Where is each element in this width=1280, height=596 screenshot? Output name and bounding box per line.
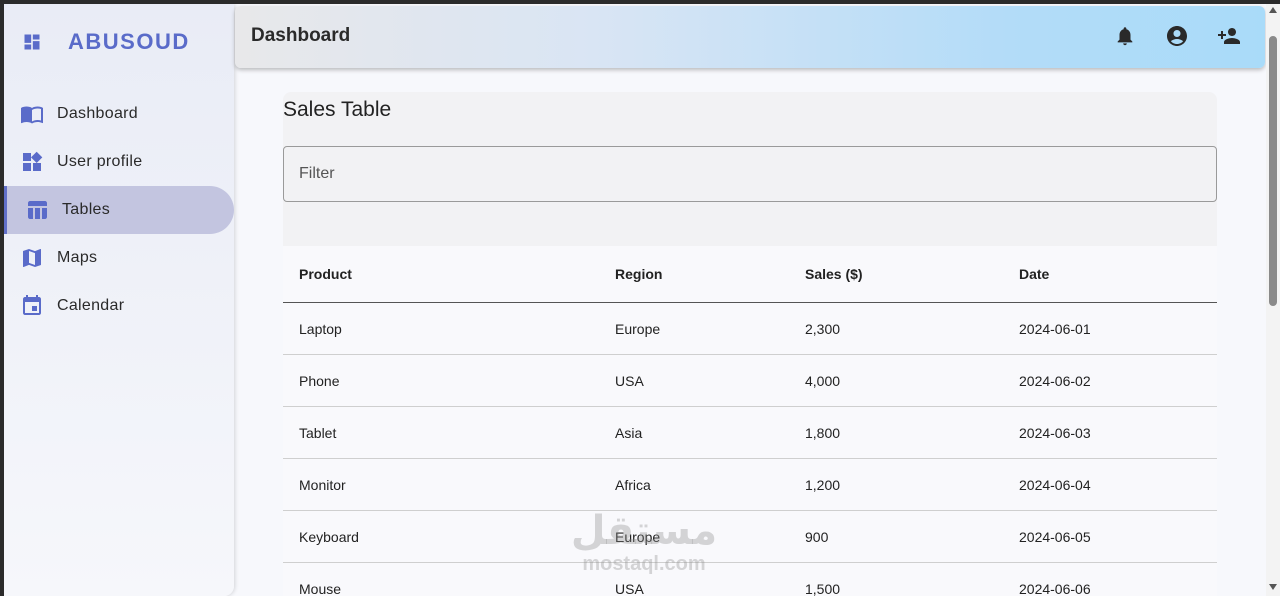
cell-sales: 1,800 [805, 424, 841, 441]
sidebar-item-maps[interactable]: Maps [4, 234, 234, 282]
sidebar-item-label: Tables [62, 201, 111, 218]
column-header-date[interactable]: Date [1019, 246, 1049, 302]
sidebar-nav: Dashboard User profile Tables Maps Calen… [4, 90, 234, 330]
table-row[interactable]: Phone USA 4,000 2024-06-02 [283, 355, 1217, 407]
cell-product: Monitor [299, 476, 346, 493]
filter-field[interactable] [283, 146, 1217, 202]
cell-date: 2024-06-05 [1019, 528, 1091, 545]
table-row[interactable]: Mouse USA 1,500 2024-06-06 [283, 563, 1217, 596]
table-header-row: Product Region Sales ($) Date [283, 246, 1217, 303]
table-row[interactable]: Keyboard Europe 900 2024-06-05 [283, 511, 1217, 563]
cell-product: Tablet [299, 424, 337, 441]
add-user-button[interactable] [1216, 23, 1242, 49]
cell-region: Europe [615, 528, 661, 545]
calendar-icon [20, 294, 44, 318]
table-row[interactable]: Tablet Asia 1,800 2024-06-03 [283, 407, 1217, 459]
cell-date: 2024-06-01 [1019, 320, 1091, 337]
card-title: Sales Table [283, 98, 392, 121]
cell-region: USA [615, 372, 644, 389]
cell-sales: 1,500 [805, 580, 841, 596]
cell-product: Keyboard [299, 528, 359, 545]
cell-region: Asia [615, 424, 643, 441]
scrollbar-thumb[interactable] [1269, 36, 1277, 306]
sidebar-item-dashboard[interactable]: Dashboard [4, 90, 234, 138]
sales-table-card: Sales Table Product Region Sales ($) Dat… [283, 92, 1217, 596]
cell-date: 2024-06-02 [1019, 372, 1091, 389]
sidebar: ABUSOUD Dashboard User profile Tables Ma… [4, 4, 234, 596]
notifications-button[interactable] [1112, 23, 1138, 49]
sidebar-item-calendar[interactable]: Calendar [4, 282, 234, 330]
sales-table: Product Region Sales ($) Date Laptop Eur… [283, 246, 1217, 596]
sidebar-item-label: Maps [57, 249, 98, 266]
sidebar-item-label: Calendar [57, 297, 125, 314]
column-header-region[interactable]: Region [615, 246, 662, 302]
cell-date: 2024-06-03 [1019, 424, 1091, 441]
page-title: Dashboard [251, 25, 351, 46]
cell-sales: 4,000 [805, 372, 841, 389]
brand-name: ABUSOUD [68, 29, 190, 54]
cell-sales: 900 [805, 528, 829, 545]
scroll-up-arrow-icon[interactable] [1269, 7, 1277, 13]
table-icon [25, 198, 49, 222]
column-header-product[interactable]: Product [299, 246, 352, 302]
account-circle-icon [1167, 26, 1187, 46]
sidebar-item-label: User profile [57, 153, 143, 170]
dashboard-grid-icon [24, 34, 40, 50]
cell-sales: 2,300 [805, 320, 841, 337]
column-header-sales[interactable]: Sales ($) [805, 246, 863, 302]
menu-book-icon [20, 102, 44, 126]
widgets-icon [20, 150, 44, 174]
sidebar-item-label: Dashboard [57, 105, 138, 122]
table-row[interactable]: Monitor Africa 1,200 2024-06-04 [283, 459, 1217, 511]
filter-input[interactable] [284, 147, 1216, 201]
cell-product: Laptop [299, 320, 342, 337]
cell-region: USA [615, 580, 644, 596]
cell-region: Africa [615, 476, 651, 493]
cell-product: Mouse [299, 580, 342, 596]
sidebar-item-user-profile[interactable]: User profile [4, 138, 234, 186]
cell-product: Phone [299, 372, 340, 389]
cell-date: 2024-06-04 [1019, 476, 1091, 493]
brand[interactable]: ABUSOUD [22, 29, 190, 54]
table-row[interactable]: Laptop Europe 2,300 2024-06-01 [283, 303, 1217, 355]
map-icon [20, 246, 44, 270]
cell-region: Europe [615, 320, 661, 337]
account-button[interactable] [1164, 23, 1190, 49]
top-app-bar: Dashboard [235, 6, 1265, 68]
app-window: ABUSOUD Dashboard User profile Tables Ma… [4, 4, 1280, 596]
cell-date: 2024-06-06 [1019, 580, 1091, 596]
sidebar-item-tables[interactable]: Tables [4, 186, 234, 234]
bell-icon [1117, 27, 1133, 46]
person-add-icon [1218, 28, 1240, 44]
scroll-down-arrow-icon[interactable] [1269, 584, 1277, 590]
page-scrollbar[interactable] [1266, 4, 1280, 596]
cell-sales: 1,200 [805, 476, 841, 493]
